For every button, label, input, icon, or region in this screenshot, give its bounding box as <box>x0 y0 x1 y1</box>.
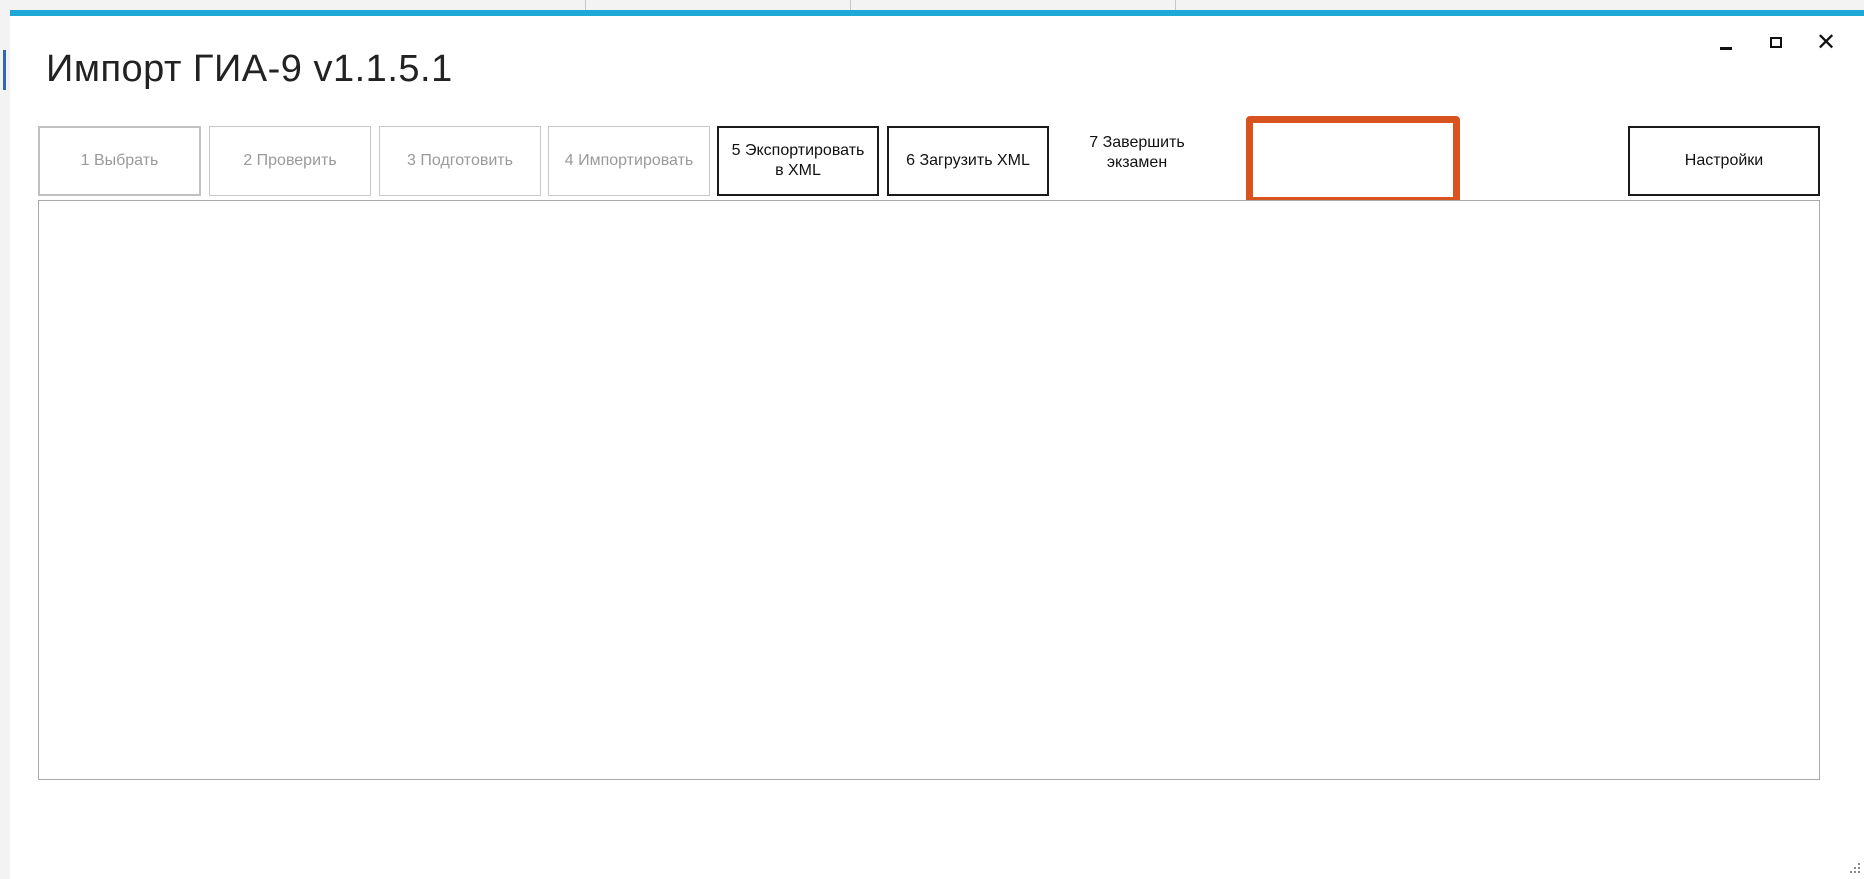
select-button[interactable]: 1 Выбрать <box>38 126 201 196</box>
close-button[interactable]: ✕ <box>1814 30 1838 54</box>
page-title: Импорт ГИА-9 v1.1.5.1 <box>46 48 453 90</box>
prepare-button[interactable]: 3 Подготовить <box>379 126 541 196</box>
background-window-strip <box>0 0 1864 10</box>
import-button[interactable]: 4 Импортировать <box>548 126 710 196</box>
finish-exam-button-label: 7 Завершить экзамен <box>1089 134 1185 171</box>
resize-grip-icon[interactable] <box>1846 859 1860 873</box>
maximize-icon <box>1770 36 1782 48</box>
toolbar: 1 Выбрать 2 Проверить 3 Подготовить 4 Им… <box>38 118 1828 196</box>
import-button-label: 4 Импортировать <box>564 152 694 169</box>
minimize-button[interactable] <box>1714 30 1738 54</box>
background-window-edge <box>0 10 10 879</box>
window-controls: ✕ <box>1714 30 1838 54</box>
screen: ✕ Импорт ГИА-9 v1.1.5.1 1 Выбрать 2 Пров… <box>0 0 1864 879</box>
check-button-label: 2 Проверить <box>243 152 337 169</box>
background-segment <box>585 0 851 10</box>
load-xml-button[interactable]: 6 Загрузить XML <box>887 126 1049 196</box>
load-xml-button-label: 6 Загрузить XML <box>906 152 1030 169</box>
minimize-icon <box>1720 46 1732 50</box>
content-panel[interactable] <box>38 200 1820 780</box>
background-accent <box>3 50 6 90</box>
settings-button[interactable]: Настройки <box>1628 126 1820 196</box>
close-icon: ✕ <box>1815 28 1837 56</box>
background-segment <box>0 0 586 10</box>
settings-button-label: Настройки <box>1684 152 1764 169</box>
prepare-button-label: 3 Подготовить <box>407 152 513 169</box>
export-xml-button[interactable]: 5 Экспортировать в XML <box>717 126 879 196</box>
check-button[interactable]: 2 Проверить <box>209 126 371 196</box>
select-button-label: 1 Выбрать <box>80 152 159 169</box>
finish-exam-button[interactable]: 7 Завершить экзамен <box>1056 126 1218 196</box>
export-xml-button-label: 5 Экспортировать в XML <box>731 142 865 179</box>
maximize-button[interactable] <box>1764 30 1788 54</box>
background-segment <box>850 0 1176 10</box>
